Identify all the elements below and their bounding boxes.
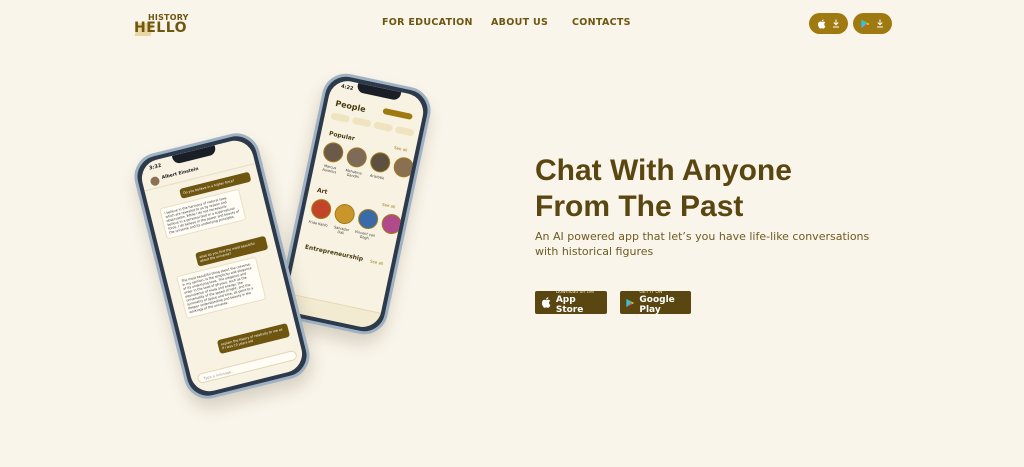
app-store-button[interactable]: Download on the App Store (535, 290, 607, 315)
category-chip (373, 121, 394, 133)
avatar-name: Vincent van Gogh (354, 229, 376, 241)
chat-message-input: Type a message... (196, 349, 298, 385)
app-store-big-text: App Store (555, 295, 584, 315)
nav-contacts[interactable]: CONTACTS (572, 17, 631, 28)
app-store-label: Download on the App Store (556, 290, 601, 315)
avatar (149, 175, 161, 187)
category-chip (351, 116, 372, 128)
nav-for-education[interactable]: FOR EDUCATION (382, 17, 473, 28)
download-arrow-icon (833, 19, 839, 28)
google-play-button[interactable]: GET IT ON Google Play (620, 290, 691, 315)
chat-message-user: explain the theory of relativity to me a… (216, 323, 291, 355)
avatar (332, 202, 357, 226)
section-entrepreneurship: Entrepreneurship (304, 243, 364, 263)
apple-icon (541, 297, 551, 308)
avatar (391, 155, 416, 180)
avatar-name: Aristotle (369, 173, 385, 181)
hero-title: Chat With Anyone From The Past (535, 154, 792, 223)
avatar (309, 197, 334, 221)
chat-message-bot: The most beautiful thing about the unive… (176, 256, 267, 320)
header-google-play-download-button[interactable] (853, 13, 892, 34)
avatar (321, 140, 346, 165)
phone-notch (356, 83, 402, 101)
hero-subtitle: An AI powered app that let’s you have li… (535, 230, 870, 258)
avatar (344, 145, 369, 170)
avatar-name: Frida Kahlo (308, 219, 328, 228)
people-title: People (334, 98, 367, 115)
avatar (356, 207, 381, 231)
status-time: 4:22 (340, 83, 354, 93)
avatar-name: Salvador Dali (333, 225, 350, 236)
download-arrow-icon (877, 19, 883, 28)
category-chip (394, 125, 415, 137)
people-screen: 4:22 People Popular See all Marcus Aurel… (283, 77, 427, 331)
see-all-entrepreneurship: See all (369, 258, 384, 267)
logo-hello-text: HELLO (134, 20, 188, 36)
phone-mockup-chat: 3:32 Albert Einstein Do you believe in a… (129, 128, 315, 404)
google-play-label: GET IT ON Google Play (639, 290, 685, 315)
avatar (368, 150, 393, 175)
apple-icon (818, 18, 826, 29)
google-play-big-text: Google Play (639, 295, 675, 315)
phone-mockup-people: 4:22 People Popular See all Marcus Aurel… (275, 69, 435, 339)
nav-about-us[interactable]: ABOUT US (491, 17, 548, 28)
google-play-icon (626, 298, 635, 307)
see-all-art: See all (381, 201, 396, 210)
google-play-icon (861, 19, 870, 28)
pro-badge (382, 107, 413, 120)
category-chip (330, 112, 351, 123)
chat-message-bot: I believe in the harmony of natural laws… (159, 188, 247, 240)
section-art: Art (316, 186, 329, 196)
chat-screen: 3:32 Albert Einstein Do you believe in a… (137, 136, 307, 396)
section-popular: Popular (328, 130, 356, 143)
header-apple-download-button[interactable] (809, 13, 848, 34)
avatar-name: Marcus Aurelius (321, 163, 337, 175)
chat-contact-name: Albert Einstein (161, 166, 200, 181)
avatar-name: Mahatma Gandhi (345, 168, 363, 180)
history-hello-logo[interactable]: HISTORY HELLO (134, 13, 196, 36)
avatar (379, 212, 404, 236)
see-all-popular: See all (393, 144, 408, 153)
status-time: 3:32 (148, 162, 163, 172)
